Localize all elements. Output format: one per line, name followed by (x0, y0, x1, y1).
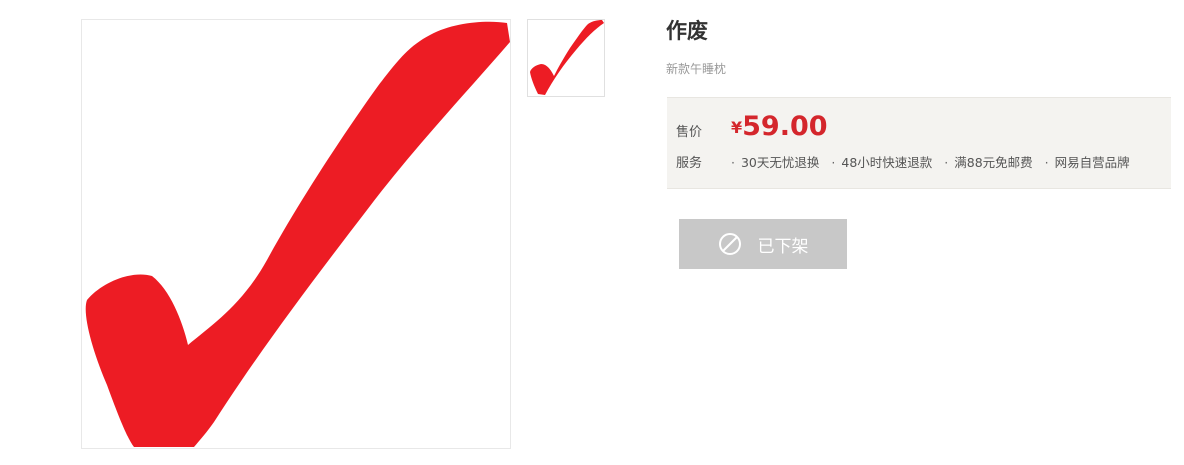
product-thumbnail[interactable] (527, 19, 605, 97)
service-label: 服务 (676, 156, 703, 171)
service-item: · 网易自营品牌 (1045, 152, 1130, 171)
service-item: · 满88元免邮费 (944, 152, 1032, 171)
currency-symbol: ¥ (731, 118, 743, 137)
product-main-image (81, 19, 511, 449)
bullet-dot: · (1044, 155, 1049, 170)
service-item: · 48小时快速退款 (831, 152, 932, 171)
off-shelf-button[interactable]: 已下架 (679, 219, 847, 269)
service-item-text: 满88元免邮费 (954, 155, 1033, 170)
service-item-text: 48小时快速退款 (841, 155, 933, 170)
service-list: · 30天无忧退换 · 48小时快速退款 · 满88元免邮费 · 网易自营品牌 (731, 152, 1142, 171)
price-amount: 59.00 (742, 111, 828, 142)
forbidden-icon (718, 232, 742, 256)
price-value: ¥59.00 (731, 111, 828, 142)
price-label: 售价 (676, 125, 703, 140)
service-item-text: 网易自营品牌 (1054, 155, 1130, 170)
checkmark-icon (530, 20, 604, 95)
price-panel: 售价 ¥59.00 服务 · 30天无忧退换 · 48小时快速退款 · 满88元免邮费… (667, 97, 1171, 189)
off-shelf-label: 已下架 (757, 236, 809, 257)
bullet-dot: · (731, 155, 735, 170)
product-title: 作废 (666, 19, 708, 43)
product-subtitle: 新款午睡枕 (666, 62, 727, 76)
service-item: · 30天无忧退换 (731, 152, 819, 171)
service-item-text: 30天无忧退换 (740, 155, 820, 170)
checkmark-icon (85, 21, 510, 447)
bullet-dot: · (944, 155, 949, 170)
bullet-dot: · (831, 155, 836, 170)
